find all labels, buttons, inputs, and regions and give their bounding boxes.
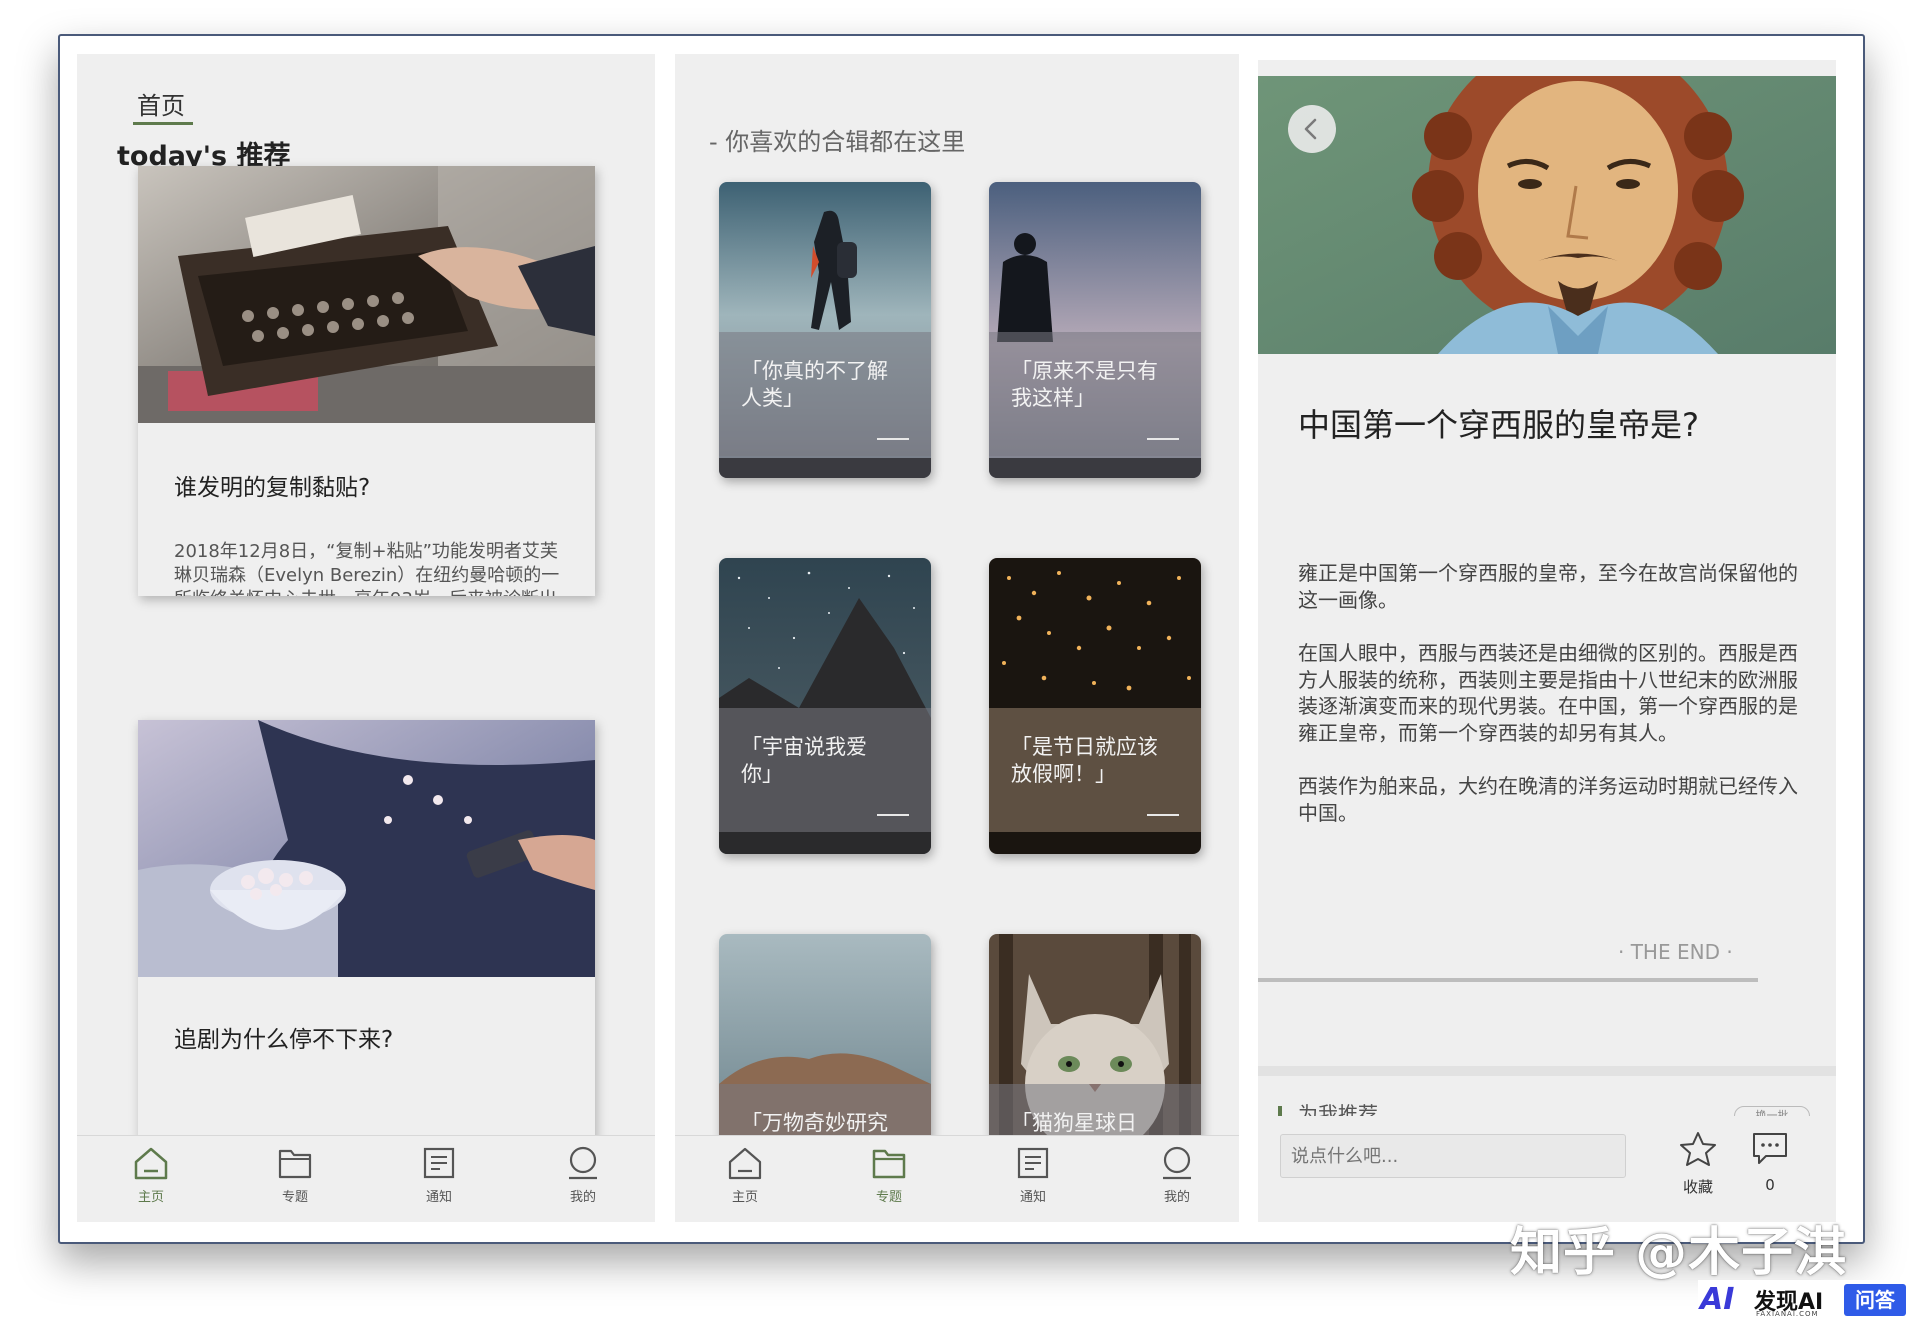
nav-label: 通知 (425, 1190, 452, 1205)
tab-underline (133, 122, 193, 125)
article-screen: 中国第一个穿西服的皇帝是? 雍正是中国第一个穿西服的皇帝，至今在故宫尚保留他的这… (1258, 60, 1836, 1222)
popcorn-image (138, 720, 595, 977)
nav-home[interactable]: 主页 (111, 1144, 191, 1205)
article-excerpt: 2018年12月8日，“复制+粘贴”功能发明者艾芙琳贝瑞森（Evelyn Ber… (174, 541, 560, 596)
favorite-label: 收藏 (1682, 1178, 1713, 1196)
tile-title: 「宇宙说我爱 你」 (741, 735, 867, 786)
brand-tag: 问答 (1844, 1284, 1906, 1316)
tab-home[interactable]: 首页 (137, 86, 185, 121)
home-icon (134, 1147, 168, 1180)
nav-notice[interactable]: 通知 (993, 1144, 1073, 1205)
topics-screen: - 你喜欢的合辑都在这里 「你真的不了解 人类」 「原来不是只有 我这样」 「宇… (675, 54, 1239, 1222)
notice-icon (423, 1147, 455, 1179)
collection-tile[interactable]: 「是节日就应该 放假啊！」 (989, 558, 1201, 854)
comment-icon (1753, 1133, 1787, 1164)
divider (1258, 978, 1758, 982)
recommend-label: 为我推荐 (1298, 1102, 1378, 1116)
collection-tile[interactable]: 「宇宙说我爱 你」 (719, 558, 931, 854)
home-icon (728, 1147, 762, 1180)
nav-home[interactable]: 主页 (705, 1144, 785, 1205)
comment-button[interactable]: 0 (1740, 1130, 1800, 1194)
collections-subtitle: - 你喜欢的合辑都在这里 (709, 128, 966, 156)
comment-bar: 收藏 0 (1258, 1116, 1836, 1222)
article-paragraph: 雍正是中国第一个穿西服的皇帝，至今在故宫尚保留他的这一画像。 (1298, 561, 1798, 612)
tile-dash (1147, 814, 1179, 816)
brand-logo: AI (1700, 1282, 1735, 1317)
nav-notice[interactable]: 通知 (399, 1144, 479, 1205)
article-body: 雍正是中国第一个穿西服的皇帝，至今在故宫尚保留他的这一画像。 在国人眼中，西服与… (1298, 560, 1798, 853)
nav-label: 主页 (137, 1190, 164, 1205)
faxianai-watermark: AI 发现AI FAXIANAI.COM 问答 (1698, 1280, 1910, 1320)
the-end-label: · THE END · (1618, 940, 1733, 964)
chevron-left-icon (1304, 118, 1317, 140)
brand-domain: FAXIANAI.COM (1756, 1310, 1819, 1318)
nav-label: 我的 (569, 1190, 596, 1205)
tile-title: 「万物奇妙研究 (741, 1111, 888, 1135)
nav-label: 主页 (731, 1190, 758, 1205)
nav-profile[interactable]: 我的 (543, 1144, 623, 1205)
profile-icon (1163, 1146, 1191, 1180)
bottom-nav: 主页 专题 通知 我的 (77, 1135, 655, 1222)
nav-topics[interactable]: 专题 (849, 1144, 929, 1205)
article-title: 谁发明的复制黏贴? (174, 475, 371, 501)
tile-title: 「原来不是只有 我这样」 (1011, 359, 1158, 410)
comment-count: 0 (1765, 1176, 1775, 1194)
nav-label: 专题 (281, 1190, 308, 1205)
notice-icon (1017, 1147, 1049, 1179)
collection-tile[interactable]: 「原来不是只有 我这样」 (989, 182, 1201, 478)
nav-label: 我的 (1163, 1190, 1190, 1205)
favorite-button[interactable]: 收藏 (1668, 1130, 1728, 1197)
nav-topics[interactable]: 专题 (255, 1144, 335, 1205)
tile-dash (1147, 438, 1179, 440)
folder-icon (872, 1149, 906, 1179)
folder-icon (278, 1149, 312, 1179)
bottom-nav: 主页 专题 通知 我的 (675, 1135, 1239, 1222)
home-screen: 首页 today's 推荐 谁发明的复制黏贴? 2018年12月8日，“复制+粘… (77, 54, 655, 1222)
star-icon (1680, 1132, 1716, 1166)
tile-title: 「你真的不了解 人类」 (741, 359, 888, 410)
article-card[interactable]: 谁发明的复制黏贴? 2018年12月8日，“复制+粘贴”功能发明者艾芙琳贝瑞森（… (138, 166, 595, 596)
profile-icon (569, 1146, 597, 1180)
nav-label: 通知 (1019, 1190, 1046, 1205)
collection-tile[interactable]: 「你真的不了解 人类」 (719, 182, 931, 478)
nav-profile[interactable]: 我的 (1137, 1144, 1217, 1205)
article-title: 中国第一个穿西服的皇帝是? (1298, 406, 1699, 444)
tile-title: 「是节日就应该 放假啊！」 (1011, 735, 1158, 786)
portrait-image (1258, 76, 1836, 354)
article-card[interactable]: 追剧为什么停不下来? (138, 720, 595, 1150)
tile-title: 「猫狗星球日 (1011, 1111, 1137, 1135)
article-title: 追剧为什么停不下来? (174, 1027, 394, 1053)
nav-label: 专题 (875, 1190, 902, 1205)
tile-dash (877, 814, 909, 816)
back-button[interactable] (1288, 105, 1336, 153)
section-band (1258, 1066, 1836, 1076)
zhihu-watermark: 知乎 @木子淇 (1510, 1223, 1848, 1283)
tile-dash (877, 438, 909, 440)
typewriter-image (138, 166, 595, 423)
article-paragraph: 西装作为舶来品，大约在晚清的洋务运动时期就已经传入中国。 (1298, 774, 1798, 825)
comment-input[interactable] (1280, 1134, 1626, 1178)
article-paragraph: 在国人眼中，西服与西装还是由细微的区别的。西服是西方人服装的统称，西装则主要是指… (1298, 641, 1798, 745)
